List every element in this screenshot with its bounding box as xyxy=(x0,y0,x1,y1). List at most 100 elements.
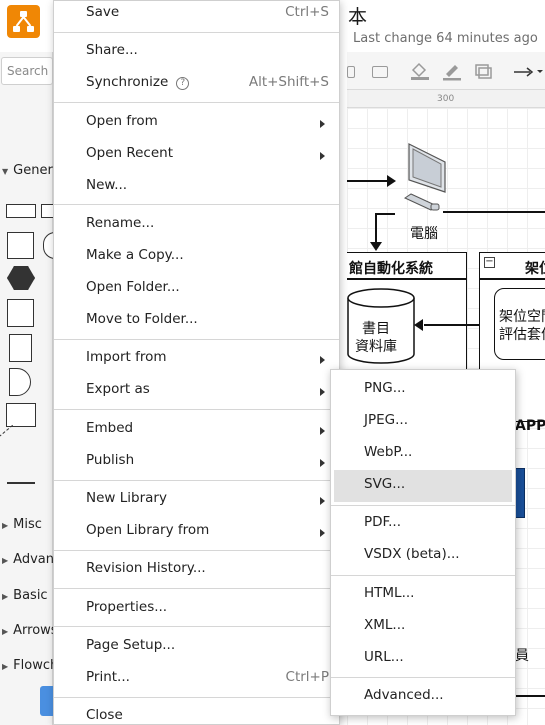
section-basic[interactable]: ▶ Basic xyxy=(2,588,48,603)
line-shape[interactable] xyxy=(7,482,35,484)
connector-line[interactable] xyxy=(443,211,545,213)
submenu-arrow-icon xyxy=(320,459,325,467)
collapse-icon[interactable]: − xyxy=(484,257,495,268)
menu-item-synchronize[interactable]: Synchronize? Alt+Shift+S xyxy=(54,68,339,100)
export-jpeg[interactable]: JPEG... xyxy=(334,406,512,438)
menu-item-new-library[interactable]: New Library xyxy=(54,484,339,516)
rounded-rect-shape[interactable] xyxy=(41,204,53,218)
database-label-line1: 書目 xyxy=(362,321,390,337)
export-svg[interactable]: SVG... xyxy=(334,470,512,502)
menu-item-open-from[interactable]: Open from xyxy=(54,107,339,139)
menu-separator xyxy=(54,550,339,551)
group-icon[interactable] xyxy=(372,66,388,78)
export-html[interactable]: HTML... xyxy=(334,579,512,611)
collapse-icon: ▶ xyxy=(2,556,9,565)
drawio-logo-icon[interactable] xyxy=(7,5,40,38)
section-flowchart[interactable]: ▶ Flowch xyxy=(2,658,58,673)
menu-item-close[interactable]: Close xyxy=(54,701,339,725)
collapse-icon: ▶ xyxy=(2,592,9,601)
connector-line[interactable] xyxy=(375,213,395,215)
submenu-arrow-icon xyxy=(320,152,325,160)
menu-separator xyxy=(54,204,339,205)
container-divider xyxy=(347,278,467,280)
menu-item-make-copy[interactable]: Make a Copy... xyxy=(54,241,339,273)
menu-separator xyxy=(54,588,339,589)
list-shape[interactable] xyxy=(6,403,36,427)
arrow-head xyxy=(414,319,423,331)
menu-item-move-to-folder[interactable]: Move to Folder... xyxy=(54,305,339,337)
section-arrows[interactable]: ▶ Arrows xyxy=(2,623,58,638)
submenu-arrow-icon xyxy=(320,388,325,396)
menu-item-save[interactable]: Save Ctrl+S xyxy=(54,0,339,30)
app-label[interactable]: APP xyxy=(515,418,545,434)
export-pdf[interactable]: PDF... xyxy=(334,508,512,540)
menu-item-open-folder[interactable]: Open Folder... xyxy=(54,273,339,305)
submenu-arrow-icon xyxy=(320,497,325,505)
database-label-line2: 資料庫 xyxy=(355,339,397,355)
last-change-status[interactable]: Last change 64 minutes ago xyxy=(353,31,538,46)
submenu-arrow-icon xyxy=(320,356,325,364)
container-shape[interactable] xyxy=(7,299,34,327)
menu-separator xyxy=(54,626,339,627)
menu-item-new[interactable]: New... xyxy=(54,171,339,203)
shape-search-input[interactable]: Search S xyxy=(1,57,53,85)
arrow-head xyxy=(370,242,382,251)
menu-item-share[interactable]: Share... xyxy=(54,36,339,68)
format-toolbar xyxy=(347,52,545,90)
staff-label[interactable]: 員 xyxy=(515,645,529,665)
app-tile[interactable] xyxy=(515,468,525,518)
system-title[interactable]: 館自動化系統 xyxy=(349,258,433,278)
menu-separator xyxy=(54,409,339,410)
shelf-tool-label-1: 架位空間 xyxy=(499,309,545,325)
menu-item-open-library-from[interactable]: Open Library from xyxy=(54,516,339,548)
menu-separator xyxy=(331,575,515,576)
menu-item-print[interactable]: Print... Ctrl+P xyxy=(54,663,339,695)
connector-line[interactable] xyxy=(347,180,392,182)
fill-color-icon[interactable] xyxy=(409,61,431,85)
menu-item-embed[interactable]: Embed xyxy=(54,414,339,446)
shelf-title[interactable]: 架位 xyxy=(525,258,545,278)
export-xml[interactable]: XML... xyxy=(334,611,512,643)
menu-separator xyxy=(54,102,339,103)
menu-item-revision-history[interactable]: Revision History... xyxy=(54,554,339,586)
section-misc[interactable]: ▶ Misc xyxy=(2,517,42,532)
menu-item-export-as[interactable]: Export as xyxy=(54,375,339,407)
computer-icon[interactable] xyxy=(401,140,457,220)
section-general[interactable]: ▼ Genera xyxy=(2,163,61,178)
export-submenu: PNG... JPEG... WebP... SVG... PDF... VSD… xyxy=(330,369,516,716)
computer-label[interactable]: 電腦 xyxy=(410,223,438,243)
menu-separator xyxy=(54,339,339,340)
export-webp[interactable]: WebP... xyxy=(334,438,512,470)
help-icon[interactable]: ? xyxy=(176,77,190,90)
menu-item-properties[interactable]: Properties... xyxy=(54,593,339,625)
connector-line[interactable] xyxy=(515,695,545,697)
more-shapes-button[interactable] xyxy=(40,686,54,716)
menu-separator xyxy=(54,32,339,33)
connector-line[interactable] xyxy=(375,213,377,243)
section-advanced[interactable]: ▶ Advan xyxy=(2,552,54,567)
export-vsdx[interactable]: VSDX (beta)... xyxy=(334,540,512,572)
collapse-icon: ▶ xyxy=(2,521,9,530)
line-color-icon[interactable] xyxy=(441,61,463,85)
menu-item-page-setup[interactable]: Page Setup... xyxy=(54,631,339,663)
shadow-icon[interactable] xyxy=(473,62,493,84)
menu-item-publish[interactable]: Publish xyxy=(54,446,339,478)
ruler-mark: 300 xyxy=(437,94,455,104)
connector-icon[interactable] xyxy=(513,64,545,84)
export-png[interactable]: PNG... xyxy=(334,374,512,406)
menu-item-import-from[interactable]: Import from xyxy=(54,343,339,375)
menu-item-rename[interactable]: Rename... xyxy=(54,209,339,241)
rectangle-shape[interactable] xyxy=(6,204,36,218)
shelf-tool-label-2: 評估套件 xyxy=(499,327,545,343)
to-back-icon[interactable] xyxy=(347,66,355,78)
export-advanced[interactable]: Advanced... xyxy=(334,681,512,713)
document-title[interactable]: 本 xyxy=(348,2,367,29)
document-shape[interactable] xyxy=(9,334,32,362)
submenu-arrow-icon xyxy=(320,529,325,537)
horizontal-ruler: 300 xyxy=(347,90,545,108)
menu-separator xyxy=(54,697,339,698)
menu-separator xyxy=(54,480,339,481)
export-url[interactable]: URL... xyxy=(334,643,512,675)
square-shape[interactable] xyxy=(7,232,34,259)
menu-item-open-recent[interactable]: Open Recent xyxy=(54,139,339,171)
